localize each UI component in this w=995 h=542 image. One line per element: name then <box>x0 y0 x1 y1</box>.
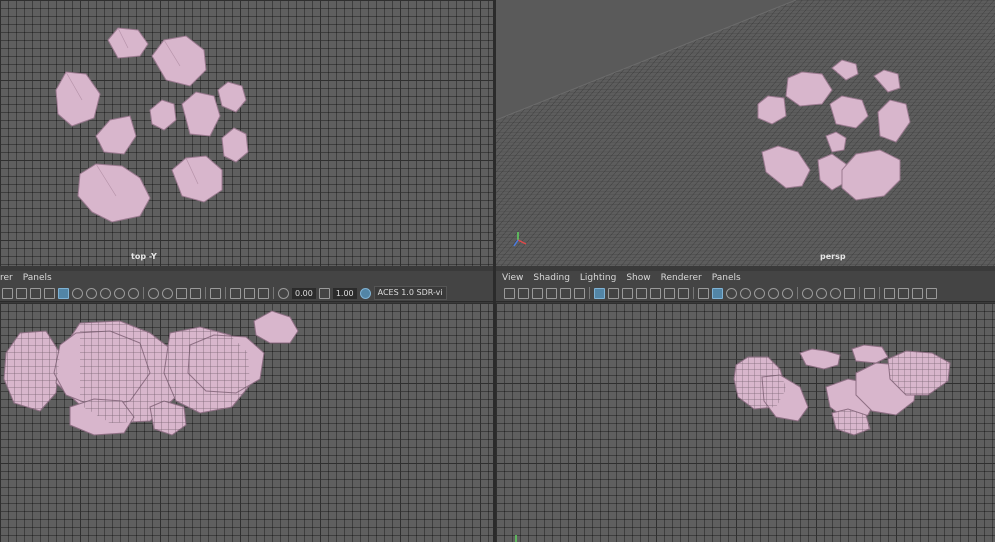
exposure-icon[interactable] <box>278 287 289 299</box>
camera-select-icon[interactable] <box>504 287 515 299</box>
menu-renderer[interactable]: rer <box>0 273 13 283</box>
menu-renderer[interactable]: Renderer <box>661 273 702 283</box>
xray-active-icon[interactable] <box>884 287 895 299</box>
light-icon[interactable] <box>114 287 125 299</box>
film-gate-icon[interactable] <box>230 287 241 299</box>
two-d-pan-icon[interactable] <box>560 287 571 299</box>
panel-layout-icon[interactable] <box>926 287 937 299</box>
separator <box>879 287 880 299</box>
dof-icon[interactable] <box>190 287 201 299</box>
separator <box>589 287 590 299</box>
dof-icon[interactable] <box>844 287 855 299</box>
isolate-select-icon[interactable] <box>210 287 221 299</box>
camera-attributes-icon[interactable] <box>518 287 529 299</box>
bookmark-icon[interactable] <box>532 287 543 299</box>
separator <box>205 287 206 299</box>
antialias-icon[interactable] <box>830 287 841 299</box>
gamma-field[interactable]: 1.00 <box>332 287 357 299</box>
shadow-icon[interactable] <box>782 287 793 299</box>
antialias-icon[interactable] <box>176 287 187 299</box>
color-management-icon[interactable] <box>359 287 371 299</box>
shaded-cube-icon[interactable] <box>712 287 723 299</box>
separator <box>225 287 226 299</box>
menu-view[interactable]: View <box>502 273 523 283</box>
panel-toolbar-right <box>496 285 995 302</box>
menu-panels[interactable]: Panels <box>23 273 52 283</box>
isolate-icon[interactable] <box>44 287 55 299</box>
exposure-field[interactable]: 0.00 <box>292 287 316 299</box>
motion-blur-icon[interactable] <box>162 287 173 299</box>
resolution-gate-icon[interactable] <box>244 287 255 299</box>
image-plane-icon[interactable] <box>546 287 557 299</box>
camera-label: persp <box>820 252 846 261</box>
menu-lighting[interactable]: Lighting <box>580 273 616 283</box>
separator <box>273 287 274 299</box>
viewport-divider[interactable] <box>493 0 496 542</box>
panel-menu-bar-left: rer Panels <box>0 271 493 285</box>
smooth-shade-icon[interactable] <box>16 287 27 299</box>
rock-cluster <box>3 310 299 436</box>
wireframe-icon[interactable] <box>698 287 709 299</box>
separator <box>859 287 860 299</box>
viewport-side[interactable] <box>0 303 493 542</box>
ambient-occlusion-icon[interactable] <box>802 287 813 299</box>
separator <box>797 287 798 299</box>
default-material-icon[interactable] <box>726 287 737 299</box>
shaded-cube-icon[interactable] <box>58 287 69 299</box>
viewport-front[interactable] <box>496 303 995 542</box>
xray-icon[interactable] <box>740 287 751 299</box>
gate-mask-icon[interactable] <box>636 287 647 299</box>
wireframe-icon[interactable] <box>2 287 13 299</box>
panel-menu-bar-right: View Shading Lighting Show Renderer Pane… <box>496 271 995 285</box>
safe-title-icon[interactable] <box>678 287 689 299</box>
ambient-occlusion-icon[interactable] <box>148 287 159 299</box>
xray-joints-icon[interactable] <box>100 287 111 299</box>
film-gate-icon[interactable] <box>608 287 619 299</box>
viewport-persp[interactable]: persp <box>496 0 995 266</box>
light-icon[interactable] <box>768 287 779 299</box>
shadow-icon[interactable] <box>128 287 139 299</box>
xray-components-icon[interactable] <box>898 287 909 299</box>
menu-panels[interactable]: Panels <box>712 273 741 283</box>
menu-shading[interactable]: Shading <box>533 273 570 283</box>
field-chart-icon[interactable] <box>650 287 661 299</box>
menu-show[interactable]: Show <box>626 273 650 283</box>
gamma-icon[interactable] <box>318 287 330 299</box>
viewport-top[interactable]: top -Y <box>0 0 493 266</box>
motion-blur-icon[interactable] <box>816 287 827 299</box>
xray-icon[interactable] <box>86 287 97 299</box>
default-material-icon[interactable] <box>72 287 83 299</box>
persp-grid <box>496 0 995 266</box>
separator <box>693 287 694 299</box>
grease-pencil-icon[interactable] <box>574 287 585 299</box>
resolution-gate-icon[interactable] <box>622 287 633 299</box>
isolate-select-icon[interactable] <box>864 287 875 299</box>
texture-icon[interactable] <box>912 287 923 299</box>
rock-cluster <box>55 27 249 223</box>
rock-cluster <box>515 344 951 542</box>
separator <box>143 287 144 299</box>
xray-joints-icon[interactable] <box>754 287 765 299</box>
gate-mask-icon[interactable] <box>258 287 269 299</box>
camera-label: top -Y <box>131 252 157 261</box>
safe-action-icon[interactable] <box>664 287 675 299</box>
view-transform-dropdown[interactable]: ACES 1.0 SDR-vi <box>373 286 447 300</box>
texture-icon[interactable] <box>30 287 41 299</box>
panel-toolbar-left: 0.00 1.00 ACES 1.0 SDR-vi <box>0 285 493 302</box>
grid-icon[interactable] <box>594 287 605 299</box>
